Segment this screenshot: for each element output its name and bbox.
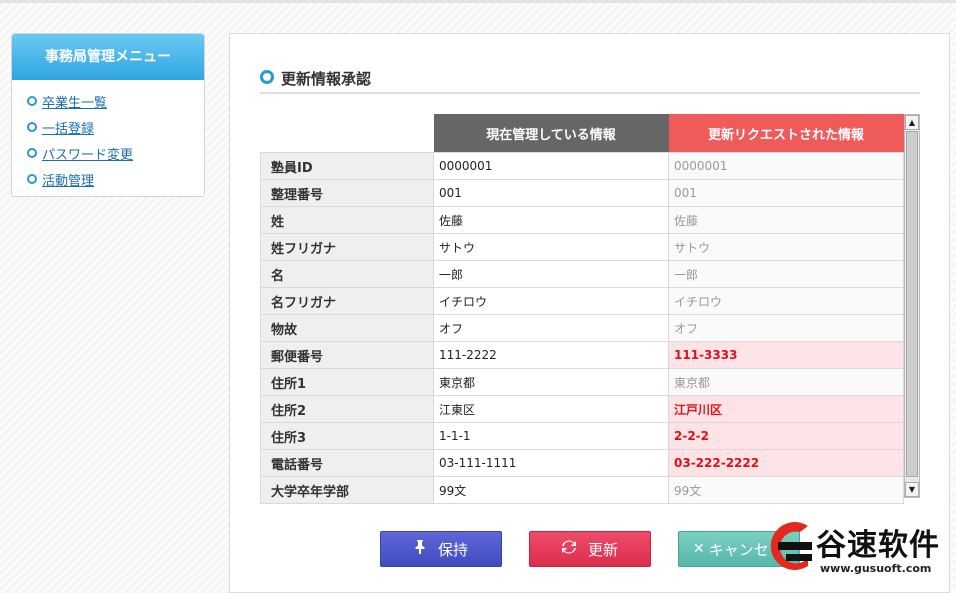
circle-bullet-icon [27, 96, 37, 106]
current-value: 江東区 [433, 395, 669, 423]
current-value: 1-1-1 [433, 422, 669, 450]
pin-icon [414, 540, 426, 558]
row-label: 物故 [260, 314, 434, 342]
table-row: 住所3 1-1-1 2-2-2 [260, 422, 904, 450]
menu-item-activity: 活動管理 [12, 166, 204, 192]
current-value: 03-111-1111 [433, 449, 669, 477]
row-label: 名 [260, 260, 434, 288]
refresh-icon [561, 540, 576, 558]
admin-menu-list: 卒業生一覧 一括登録 パスワード変更 活動管理 [12, 88, 204, 192]
current-value: イチロウ [433, 287, 669, 315]
row-label: 塾員ID [260, 152, 434, 180]
table-row: 大学卒年学部 99文 99文 [260, 476, 904, 504]
current-value: 一郎 [433, 260, 669, 288]
scroll-down-arrow-icon[interactable]: ▼ [905, 482, 919, 497]
close-icon: ✕ [693, 541, 705, 557]
menu-item-graduates: 卒業生一覧 [12, 88, 204, 114]
page-title-bar: 更新情報承認 [260, 68, 920, 94]
row-label: 電話番号 [260, 449, 434, 477]
requested-value: 99文 [668, 476, 904, 504]
requested-value: 佐藤 [668, 206, 904, 234]
requested-value: イチロウ [668, 287, 904, 315]
requested-value: 一郎 [668, 260, 904, 288]
table-row: 住所2 江東区 江戸川区 [260, 395, 904, 423]
row-label: 住所3 [260, 422, 434, 450]
current-value: 99文 [433, 476, 669, 504]
table-row: 住所1 東京都 東京都 [260, 368, 904, 396]
current-value: 東京都 [433, 368, 669, 396]
requested-value: 江戸川区 [668, 395, 904, 423]
requested-value: サトウ [668, 233, 904, 261]
row-label: 整理番号 [260, 179, 434, 207]
table-row: 物故 オフ オフ [260, 314, 904, 342]
row-label: 大学卒年学部 [260, 476, 434, 504]
brand-logo-icon [770, 522, 812, 570]
table-row: 名フリガナ イチロウ イチロウ [260, 287, 904, 315]
menu-link-password[interactable]: パスワード変更 [42, 144, 133, 163]
current-value: 佐藤 [433, 206, 669, 234]
requested-value: 0000001 [668, 152, 904, 180]
top-border [0, 0, 956, 3]
table-row: 姓佐藤 佐藤 [260, 206, 904, 234]
watermark: 谷速软件 www.gusuoft.com [758, 518, 956, 576]
table-row: 整理番号 001 001 [260, 179, 904, 207]
header-blank [261, 114, 434, 153]
main-panel: 更新情報承認 現在管理している情報 更新リクエストされた情報 塾員ID 00000… [229, 33, 950, 593]
table-row: 郵便番号 111-2222 111-3333 [260, 341, 904, 369]
table-header-row: 現在管理している情報 更新リクエストされた情報 [261, 114, 904, 153]
current-value: 0000001 [433, 152, 669, 180]
table-row: 塾員ID 0000001 0000001 [260, 152, 904, 180]
menu-link-bulk-register[interactable]: 一括登録 [42, 118, 94, 137]
requested-value: 111-3333 [668, 341, 904, 369]
watermark-brand: 谷速软件 [816, 528, 940, 563]
table-row: 姓フリガナ サトウ サトウ [260, 233, 904, 261]
requested-value: 2-2-2 [668, 422, 904, 450]
menu-link-activity[interactable]: 活動管理 [42, 170, 94, 189]
update-button[interactable]: 更新 [529, 531, 651, 567]
admin-menu-title: 事務局管理メニュー [12, 34, 204, 80]
table-row: 電話番号 03-111-1111 03-222-2222 [260, 449, 904, 477]
menu-link-graduates[interactable]: 卒業生一覧 [42, 92, 107, 111]
table-scrollbar[interactable]: ▲ ▼ [904, 114, 920, 498]
update-button-label: 更新 [587, 540, 618, 559]
row-label: 郵便番号 [260, 341, 434, 369]
row-label: 名フリガナ [260, 287, 434, 315]
comparison-table: 現在管理している情報 更新リクエストされた情報 塾員ID 0000001 00000… [260, 114, 904, 504]
current-value: 001 [433, 179, 669, 207]
table-row: 名一郎 一郎 [260, 260, 904, 288]
requested-value: オフ [668, 314, 904, 342]
current-value: オフ [433, 314, 669, 342]
hold-button-label: 保持 [437, 540, 468, 559]
row-label: 姓フリガナ [260, 233, 434, 261]
requested-value: 001 [668, 179, 904, 207]
hold-button[interactable]: 保持 [380, 531, 502, 567]
row-label: 姓 [260, 206, 434, 234]
scroll-thumb[interactable] [906, 131, 918, 477]
circle-bullet-icon [27, 174, 37, 184]
page-title: 更新情報承認 [281, 70, 372, 88]
header-requested-info: 更新リクエストされた情報 [668, 114, 904, 153]
current-value: 111-2222 [433, 341, 669, 369]
header-current-info: 現在管理している情報 [433, 114, 669, 153]
menu-item-bulk-register: 一括登録 [12, 114, 204, 140]
scroll-up-arrow-icon[interactable]: ▲ [905, 115, 919, 130]
requested-value: 03-222-2222 [668, 449, 904, 477]
row-label: 住所1 [260, 368, 434, 396]
comparison-table-wrap: 現在管理している情報 更新リクエストされた情報 塾員ID 0000001 00000… [260, 114, 920, 504]
row-label: 住所2 [260, 395, 434, 423]
current-value: サトウ [433, 233, 669, 261]
table-body: 塾員ID 0000001 0000001 整理番号 001 001 姓佐藤 佐藤 姓フリガナ サト… [260, 152, 904, 504]
requested-value: 東京都 [668, 368, 904, 396]
watermark-url: www.gusuoft.com [820, 562, 932, 575]
circle-bullet-icon [27, 148, 37, 158]
admin-menu: 事務局管理メニュー 卒業生一覧 一括登録 パスワード変更 活動管理 [11, 33, 205, 197]
circle-bullet-icon [260, 70, 274, 84]
circle-bullet-icon [27, 122, 37, 132]
menu-item-password: パスワード変更 [12, 140, 204, 166]
